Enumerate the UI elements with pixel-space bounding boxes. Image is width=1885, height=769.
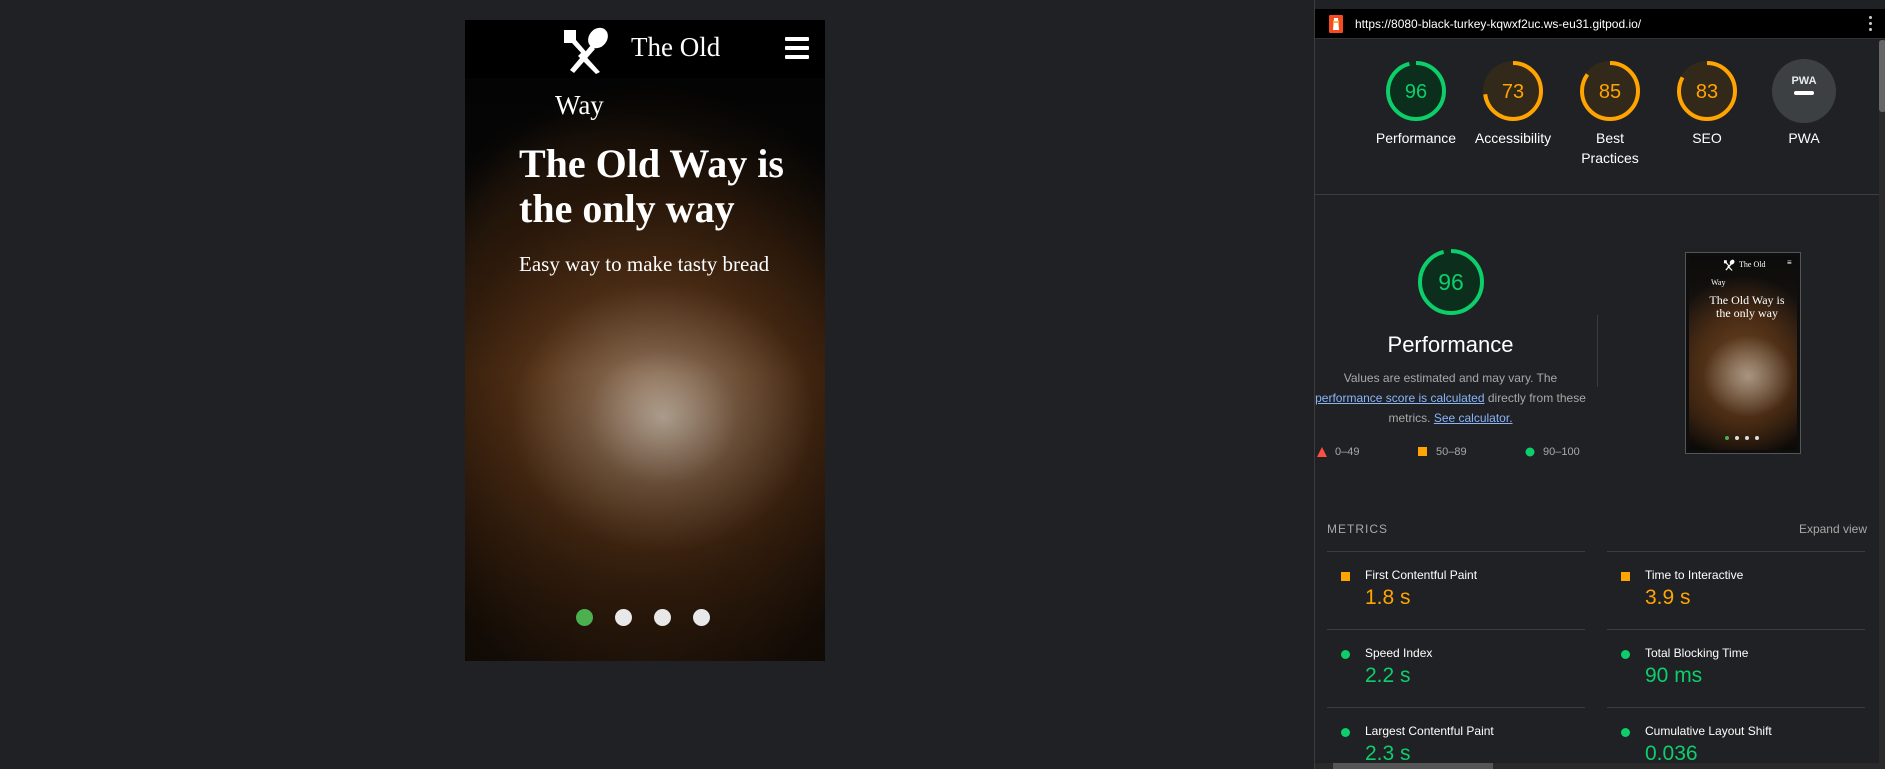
brand-name-line2[interactable]: Way [555,90,604,121]
legend-average: 50–89 [1418,446,1467,458]
horizontal-scrollbar[interactable] [1315,763,1879,769]
metric-value: 2.2 s [1365,664,1411,687]
metrics-heading: METRICS [1327,522,1388,536]
performance-description: Values are estimated and may vary. The p… [1315,368,1586,428]
gauge-label: PWA [1788,130,1820,146]
metric-value: 90 ms [1645,664,1703,687]
gauge-label: SEO [1692,130,1722,146]
legend-pass: 90–100 [1525,446,1580,458]
metric-first-contentful-paint: First Contentful Paint 1.8 s [1327,551,1585,629]
hero-title: The Old Way is the only way [519,141,784,231]
thumb-brand: The Old [1739,260,1766,269]
brand-name-line1[interactable]: The Old [631,32,720,63]
desc-text: Values are estimated and may vary. The [1343,371,1558,385]
final-screenshot-thumbnail[interactable]: The Old ≡ Way The Old Way is the only wa… [1685,252,1801,454]
green-circle-icon [1621,728,1630,737]
hero-subtitle: Easy way to make tasty bread [519,252,770,276]
metric-name: Time to Interactive [1645,568,1744,582]
scrollbar-thumb[interactable] [1879,40,1885,112]
metric-total-blocking-time: Total Blocking Time 90 ms [1607,629,1865,707]
metrics-header: METRICS Expand view [1327,522,1867,536]
svg-text:96: 96 [1438,269,1464,295]
orange-square-icon [1418,447,1427,456]
hero-bread-image [465,20,825,661]
section-divider [1315,194,1879,195]
metric-time-to-interactive: Time to Interactive 3.9 s [1607,551,1865,629]
thumb-hero-title: The Old Way is the only way [1709,293,1785,320]
thumb-menu-icon: ≡ [1787,258,1792,267]
green-circle-icon [1621,650,1630,659]
orange-square-icon [1341,572,1350,581]
legend-label: 0–49 [1335,446,1360,458]
svg-text:PWA: PWA [1791,75,1816,87]
carousel-dot-4[interactable] [693,609,710,626]
report-url[interactable]: https://8080-black-turkey-kqwxf2uc.ws-eu… [1355,17,1641,31]
score-calculated-link[interactable]: performance score is calculated [1315,391,1484,405]
green-circle-icon [1341,728,1350,737]
thumb-dots [1725,436,1759,440]
metric-name: First Contentful Paint [1365,568,1478,582]
metric-name: Total Blocking Time [1645,646,1749,660]
metric-cumulative-layout-shift: Cumulative Layout Shift 0.036 [1607,707,1865,769]
lighthouse-report-panel: https://8080-black-turkey-kqwxf2uc.ws-eu… [1314,0,1885,769]
performance-summary: 96 Performance Values are estimated and … [1315,238,1879,468]
svg-text:83: 83 [1696,81,1718,103]
svg-text:96: 96 [1405,81,1427,103]
metric-name: Largest Contentful Paint [1365,724,1494,738]
thumb-logo-icon [1723,259,1735,271]
gauge-best-practices[interactable]: 85 Best Practices [1554,58,1666,168]
legend-label: 50–89 [1436,446,1467,458]
thumb-brand-2: Way [1711,278,1726,287]
expand-view-toggle[interactable]: Expand view [1799,522,1867,536]
green-circle-icon [1525,447,1535,457]
gauge-accessibility[interactable]: 73 Accessibility [1458,58,1568,148]
legend-label: 90–100 [1543,446,1580,458]
see-calculator-link[interactable]: See calculator. [1434,411,1513,425]
metric-speed-index: Speed Index 2.2 s [1327,629,1585,707]
metric-name: Speed Index [1365,646,1433,660]
svg-text:85: 85 [1599,81,1621,103]
score-gauges: 96 Performance 73 Accessibility 85 Best … [1315,58,1879,198]
green-circle-icon [1341,650,1350,659]
site-navbar: The Old [465,20,825,78]
more-options-icon[interactable] [1869,16,1872,34]
report-url-bar: https://8080-black-turkey-kqwxf2uc.ws-eu… [1315,9,1885,39]
gauge-ring: 85 [1580,61,1640,121]
fork-spoon-logo-icon[interactable] [560,26,610,74]
gauge-ring: 83 [1677,61,1737,121]
gauge-label: Performance [1375,130,1457,146]
legend-fail: 0–49 [1317,446,1359,458]
horizontal-scrollbar-thumb[interactable] [1333,763,1493,769]
gauge-pwa[interactable]: PWA PWA [1749,58,1859,148]
lighthouse-logo-icon [1329,15,1343,33]
metric-value: 1.8 s [1365,586,1411,609]
gauge-performance[interactable]: 96 Performance [1361,58,1471,148]
hamburger-menu-icon[interactable] [785,37,809,59]
carousel-indicators [576,609,710,626]
gauge-ring: 73 [1483,61,1543,121]
gauge-label: Best Practices [1581,130,1639,166]
performance-title: Performance [1387,332,1514,357]
vertical-scrollbar[interactable] [1879,40,1885,769]
svg-text:73: 73 [1502,81,1524,103]
orange-square-icon [1621,572,1630,581]
performance-gauge-large: 96 [1418,249,1484,315]
red-triangle-icon [1317,447,1327,457]
vertical-divider [1597,315,1598,387]
mobile-preview: The Old Way The Old Way is the only way … [465,20,825,661]
metric-largest-contentful-paint: Largest Contentful Paint 2.3 s [1327,707,1585,769]
gauge-ring: 96 [1386,61,1446,121]
carousel-dot-1[interactable] [576,609,593,626]
gauge-seo[interactable]: 83 SEO [1652,58,1762,148]
metric-name: Cumulative Layout Shift [1645,724,1772,738]
metric-value: 3.9 s [1645,586,1691,609]
carousel-dot-3[interactable] [654,609,671,626]
thumbnail-image: The Old ≡ Way The Old Way is the only wa… [1689,256,1797,450]
pwa-badge-icon: PWA [1772,59,1836,123]
gauge-label: Accessibility [1474,130,1552,146]
carousel-dot-2[interactable] [615,609,632,626]
